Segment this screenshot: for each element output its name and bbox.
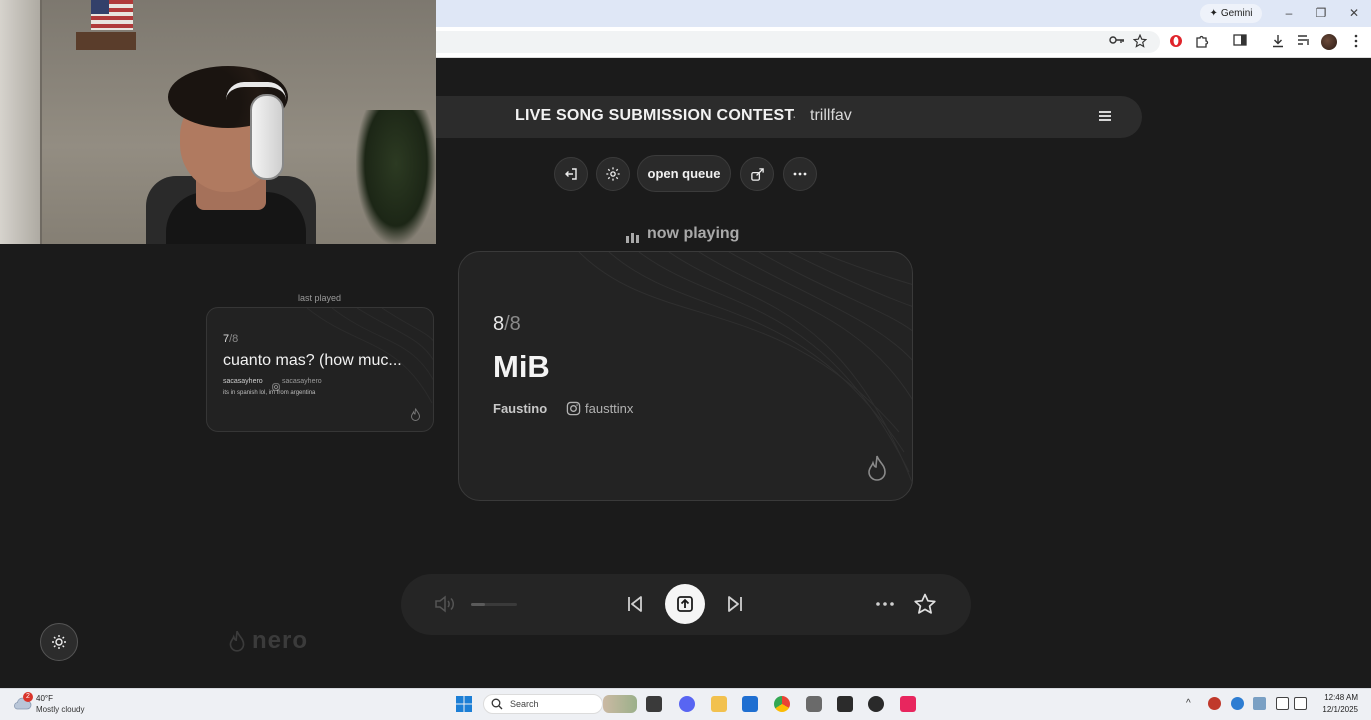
last-played-note: its in spanish lol, im from argentina — [223, 390, 316, 396]
password-key-icon[interactable] — [1108, 34, 1126, 50]
search-placeholder: Search — [510, 699, 539, 709]
instagram-icon — [272, 378, 280, 391]
flame-icon — [229, 630, 245, 652]
discord-icon[interactable] — [679, 696, 695, 712]
theme-toggle-button[interactable] — [40, 623, 78, 661]
previous-track-button[interactable] — [625, 594, 645, 614]
card-wave-pattern — [306, 308, 433, 404]
clock-time[interactable]: 12:48 AM — [1320, 693, 1358, 702]
hamburger-menu-icon[interactable] — [1096, 107, 1114, 125]
share-button[interactable] — [740, 157, 774, 191]
restore-button[interactable]: ❐ — [1311, 5, 1331, 21]
submit-upload-button[interactable] — [665, 584, 705, 624]
weather-description[interactable]: Mostly cloudy — [36, 705, 84, 714]
flame-icon — [866, 455, 888, 481]
settings-button[interactable] — [596, 157, 630, 191]
webcam-shelf — [76, 32, 136, 50]
last-played-instagram[interactable]: sacasayhero — [282, 378, 322, 385]
webcam-headphone — [250, 94, 284, 180]
share-icon — [750, 167, 764, 181]
last-played-title: cuanto mas? (how muc... — [223, 352, 402, 369]
nero-logo: nero — [228, 627, 308, 655]
pen-icon[interactable] — [1253, 697, 1266, 710]
now-playing-position-current: 8 — [493, 313, 505, 335]
minimize-button[interactable]: – — [1279, 5, 1299, 21]
download-icon[interactable] — [1269, 34, 1287, 50]
exit-icon — [565, 168, 577, 180]
side-panel-icon[interactable] — [1231, 34, 1249, 50]
leave-button[interactable] — [554, 157, 588, 191]
weather-temperature[interactable]: 40°F — [36, 694, 53, 703]
speaker-icon[interactable] — [1294, 697, 1307, 710]
taskbar-search[interactable]: Search — [483, 694, 603, 714]
favorite-button[interactable] — [913, 592, 937, 616]
media-queue-icon[interactable] — [1295, 34, 1313, 50]
skip-forward-icon — [728, 596, 742, 612]
sun-icon — [52, 635, 66, 649]
flame-icon — [410, 408, 421, 421]
tray-app-icon[interactable] — [1208, 697, 1221, 710]
header-username[interactable]: trillfav — [810, 107, 852, 125]
chrome-icon[interactable] — [774, 696, 790, 712]
gemini-label: Gemini — [1220, 8, 1253, 19]
last-played-artist: sacasayhero — [223, 378, 263, 385]
page-title: LIVE SONG SUBMISSION CONTEST — [515, 107, 795, 124]
last-played-position-total: /8 — [229, 333, 239, 345]
windows-start-icon[interactable] — [456, 696, 472, 712]
search-highlight-image — [603, 695, 637, 713]
gear-icon — [606, 167, 620, 181]
task-view-icon[interactable] — [646, 696, 662, 712]
webcam-overlay — [0, 0, 436, 244]
profile-avatar[interactable] — [1321, 34, 1337, 50]
now-playing-position: 8/8 — [493, 313, 521, 336]
header-separator: · — [792, 108, 797, 124]
music-app-icon[interactable] — [900, 696, 916, 712]
sparkle-icon: ✦ — [1209, 8, 1218, 19]
nero-wordmark: nero — [252, 627, 309, 654]
opera-extension-icon[interactable] — [1167, 34, 1185, 50]
search-icon — [491, 698, 503, 710]
volume-slider-fill — [471, 603, 485, 606]
open-queue-button[interactable]: open queue — [637, 155, 731, 192]
epic-games-icon[interactable] — [837, 696, 853, 712]
instagram-icon — [566, 401, 581, 416]
volume-icon[interactable] — [434, 595, 456, 613]
next-track-button[interactable] — [725, 594, 745, 614]
extensions-puzzle-icon[interactable] — [1193, 34, 1211, 50]
browser-menu-icon[interactable] — [1347, 34, 1365, 50]
star-icon — [914, 593, 936, 614]
last-played-label: last played — [298, 293, 342, 303]
tray-chevron-icon[interactable]: ^ — [1186, 698, 1191, 709]
close-button[interactable]: ✕ — [1344, 5, 1364, 21]
skip-back-icon — [628, 596, 642, 612]
now-playing-label: now playing — [647, 225, 740, 242]
webcam-plant — [356, 110, 436, 244]
gemini-button[interactable]: ✦ Gemini — [1200, 4, 1262, 23]
more-horizontal-icon — [793, 172, 807, 176]
now-playing-artist: Faustino — [493, 401, 548, 416]
obs-icon[interactable] — [868, 696, 884, 712]
network-icon[interactable] — [1276, 697, 1289, 710]
now-playing-instagram[interactable]: fausttinx — [585, 401, 633, 416]
webcam-flag-canton — [91, 0, 109, 14]
webcam-door — [0, 0, 42, 244]
sync-icon[interactable] — [1231, 697, 1244, 710]
last-played-position: 7/8 — [223, 333, 238, 345]
upload-icon — [677, 596, 693, 612]
more-horizontal-icon — [876, 602, 894, 606]
file-explorer-icon[interactable] — [711, 696, 727, 712]
now-playing-position-total: /8 — [504, 313, 521, 335]
notification-badge: 2 — [23, 692, 33, 702]
game-controller-icon[interactable] — [806, 696, 822, 712]
clock-date[interactable]: 12/1/2025 — [1316, 705, 1358, 714]
now-playing-title: MiB — [493, 349, 550, 384]
equalizer-icon — [625, 230, 641, 243]
more-options-button[interactable] — [783, 157, 817, 191]
bookmark-star-icon[interactable] — [1131, 33, 1149, 50]
microsoft-store-icon[interactable] — [742, 696, 758, 712]
address-bar[interactable] — [436, 31, 1160, 53]
player-more-button[interactable] — [874, 595, 896, 613]
